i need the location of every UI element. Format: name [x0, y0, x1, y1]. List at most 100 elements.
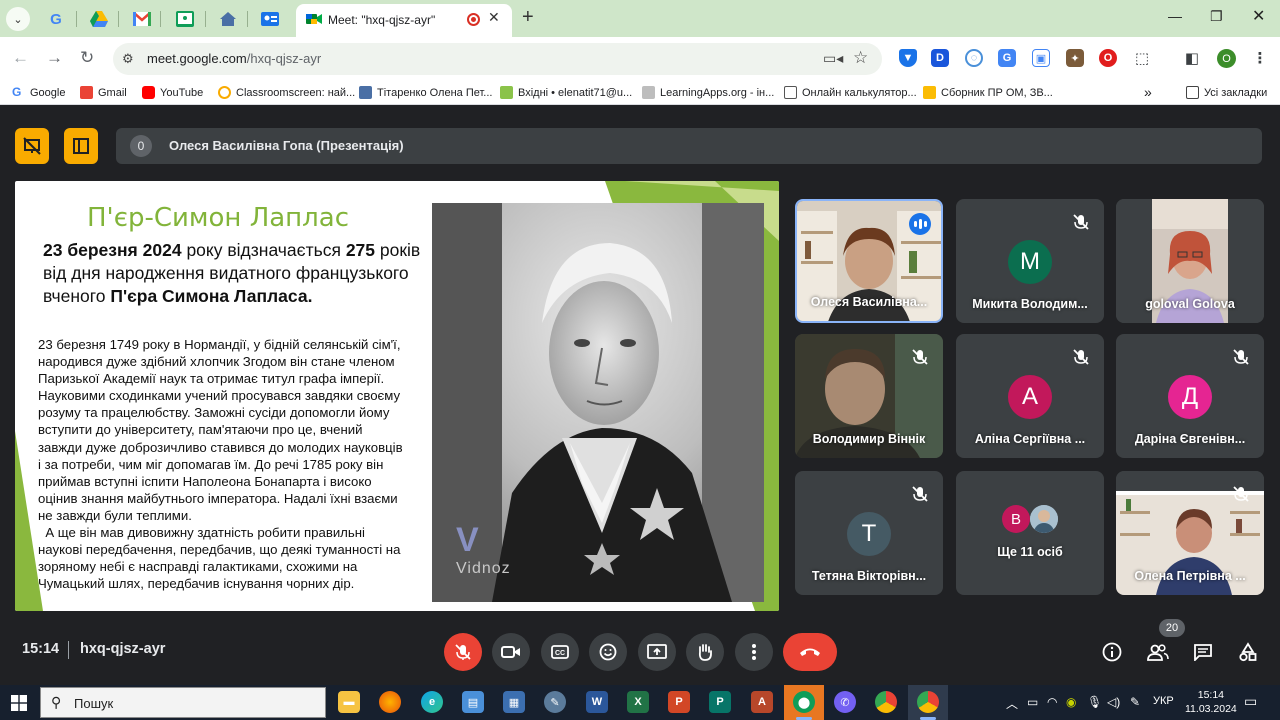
address-bar[interactable]: ⚙ meet.google.com/hxq-qjsz-ayr ▭◂ ☆ [113, 43, 882, 75]
all-bookmarks[interactable]: Усі закладки [1186, 86, 1267, 99]
leave-call-button[interactable] [783, 633, 837, 671]
circle-extension-icon[interactable]: ◌ [965, 49, 983, 67]
back-button[interactable]: ← [12, 48, 29, 68]
notepad-icon[interactable]: ▤ [462, 691, 484, 713]
pen-icon[interactable]: ✎ [1130, 695, 1140, 709]
zoom-app-icon[interactable]: ⬤ [793, 691, 815, 713]
tray-overflow-icon[interactable]: ︿ [1006, 695, 1018, 712]
profile-tab-icon[interactable] [258, 7, 282, 31]
close-window-button[interactable]: ✕ [1252, 6, 1265, 26]
extensions-puzzle-icon[interactable]: ⬚ [1133, 49, 1151, 67]
participant-avatar: T [847, 512, 891, 556]
participant-tile[interactable]: Олена Петрівна ... [1116, 471, 1264, 595]
chat-button[interactable] [1190, 639, 1216, 665]
windows-start-icon[interactable] [11, 695, 27, 711]
tab-separator [247, 11, 248, 27]
browser-menu-icon[interactable]: ⋮ [1251, 49, 1269, 67]
norton-icon[interactable]: ◉ [1066, 695, 1076, 709]
wifi-icon[interactable]: ◠ [1047, 695, 1057, 709]
site-info-icon[interactable]: ⚙ [122, 51, 134, 67]
activities-button[interactable] [1235, 639, 1261, 665]
more-bookmarks-icon[interactable]: » [1144, 84, 1152, 100]
bookmark-sbornik[interactable]: Сборник ПР ОМ, ЗВ... [923, 86, 1053, 99]
search-placeholder: Пошук [74, 696, 114, 711]
d-extension-icon[interactable]: D [931, 49, 949, 67]
minimize-window-button[interactable]: — [1168, 8, 1182, 24]
camera-toggle-button[interactable] [492, 633, 530, 671]
reactions-button[interactable] [589, 633, 627, 671]
bookmark-titarenko[interactable]: Тітаренко Олена Пет... [359, 86, 492, 99]
sites-tab-icon[interactable] [216, 7, 240, 31]
drive-tab-icon[interactable] [87, 7, 111, 31]
volume-icon[interactable]: ◁) [1107, 695, 1120, 709]
screen-extension-icon[interactable]: ▣ [1032, 49, 1050, 67]
calculator-app-icon[interactable]: ▦ [503, 691, 525, 713]
bookmark-inbox[interactable]: Вхідні • elenatit71@u... [500, 86, 632, 99]
participant-tile[interactable]: T Тетяна Вікторівн... [795, 471, 943, 595]
opera-extension-icon[interactable]: O [1099, 49, 1117, 67]
camera-in-use-icon[interactable]: ▭◂ [823, 50, 843, 67]
file-explorer-icon[interactable]: ▬ [338, 691, 360, 713]
forward-button[interactable]: → [46, 48, 63, 68]
profile-avatar[interactable]: O [1217, 49, 1236, 68]
meet-tab[interactable]: Meet: "hxq-qjsz-ayr" ✕ [296, 4, 512, 37]
bookmark-youtube[interactable]: YouTube [142, 86, 203, 99]
more-participants-label: Ще 11 осіб [997, 545, 1063, 559]
bookmark-star-icon[interactable]: ☆ [853, 48, 868, 68]
maximize-window-button[interactable]: ❐ [1210, 8, 1223, 25]
tab-search-button[interactable]: ⌄ [6, 7, 30, 31]
bookmark-learningapps[interactable]: LearningApps.org - ін... [642, 86, 774, 99]
gmail-tab-icon[interactable] [130, 7, 154, 31]
viber-icon[interactable]: ✆ [834, 691, 856, 713]
google-tab-icon[interactable]: G [44, 7, 68, 31]
mic-off-icon [1073, 214, 1089, 230]
classroom-tab-icon[interactable] [173, 7, 197, 31]
participant-tile[interactable]: Володимир Віннік [795, 334, 943, 458]
chrome-profile-icon[interactable] [917, 691, 939, 713]
taskbar-clock[interactable]: 15:14 11.03.2024 [1185, 688, 1237, 716]
edge-icon[interactable]: e [421, 691, 443, 713]
bookmark-calculator[interactable]: Онлайн калькулятор... [784, 86, 917, 99]
bookmark-google[interactable]: G Google [12, 86, 65, 99]
language-indicator[interactable]: УКР [1153, 695, 1174, 707]
access-icon[interactable]: A [751, 691, 773, 713]
paint-icon[interactable]: ✎ [544, 691, 566, 713]
word-icon[interactable]: W [586, 691, 608, 713]
shield-extension-icon[interactable]: ▼ [899, 49, 917, 67]
bookmark-gmail[interactable]: Gmail [80, 86, 127, 99]
chrome-icon[interactable] [875, 691, 897, 713]
people-count-badge: 20 [1159, 619, 1185, 637]
bookmark-classroomscreen[interactable]: Classroomscreen: най... [218, 86, 355, 99]
close-tab-icon[interactable]: ✕ [488, 9, 500, 26]
participant-tile[interactable]: goloval Golova [1116, 199, 1264, 323]
present-screen-button[interactable] [638, 633, 676, 671]
raise-hand-button[interactable] [686, 633, 724, 671]
participant-tile[interactable]: Олеся Василівна... [795, 199, 943, 323]
taskbar-search-box[interactable]: ⚲ Пошук [40, 687, 326, 718]
present-icon [647, 644, 667, 659]
participant-name: goloval Golova [1145, 297, 1235, 311]
microphone-tray-icon[interactable]: 🎙︎ [1087, 695, 1102, 709]
captions-button[interactable]: CC [541, 633, 579, 671]
participant-tile[interactable]: A Аліна Сергіївна ... [956, 334, 1104, 458]
people-button[interactable] [1145, 639, 1171, 665]
meeting-details-button[interactable] [1099, 639, 1125, 665]
participant-tile[interactable]: Д Даріна Євгенівн... [1116, 334, 1264, 458]
new-tab-button[interactable]: + [522, 6, 534, 29]
excel-icon[interactable]: X [627, 691, 649, 713]
robot-extension-icon[interactable]: ✦ [1066, 49, 1084, 67]
firefox-icon[interactable] [379, 691, 401, 713]
notifications-icon[interactable]: ▭ [1244, 693, 1257, 710]
powerpoint-icon[interactable]: P [668, 691, 690, 713]
battery-icon[interactable]: ▭ [1027, 695, 1038, 709]
more-options-button[interactable] [735, 633, 773, 671]
translate-extension-icon[interactable]: G [998, 49, 1016, 67]
microphone-toggle-button[interactable] [444, 633, 482, 671]
reload-button[interactable]: ↻ [80, 48, 94, 68]
side-panel-icon[interactable]: ◧ [1183, 49, 1201, 67]
presentation-layout-button[interactable] [64, 128, 98, 164]
layout-toggle-button[interactable] [15, 128, 49, 164]
participant-tile[interactable]: M Микита Володим... [956, 199, 1104, 323]
publisher-icon[interactable]: P [709, 691, 731, 713]
more-participants-tile[interactable]: B Ще 11 осіб [956, 471, 1104, 595]
